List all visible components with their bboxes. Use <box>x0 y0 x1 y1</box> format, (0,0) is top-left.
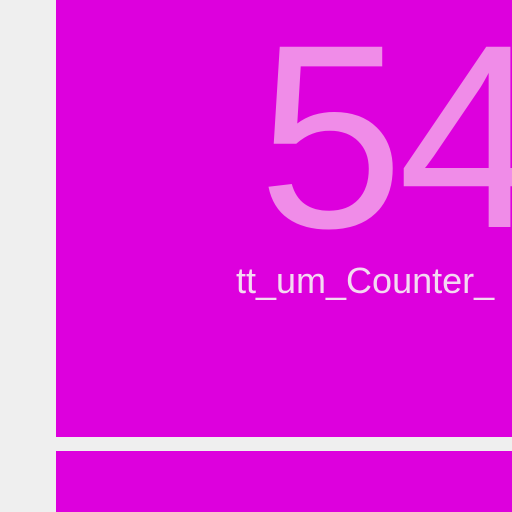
next-tile[interactable] <box>56 451 512 512</box>
counter-tile[interactable]: 54 tt_um_Counter_ <box>56 0 512 437</box>
screen: 54 tt_um_Counter_ <box>0 0 512 512</box>
counter-value: 54 <box>258 0 512 283</box>
counter-label: tt_um_Counter_ <box>236 260 495 301</box>
